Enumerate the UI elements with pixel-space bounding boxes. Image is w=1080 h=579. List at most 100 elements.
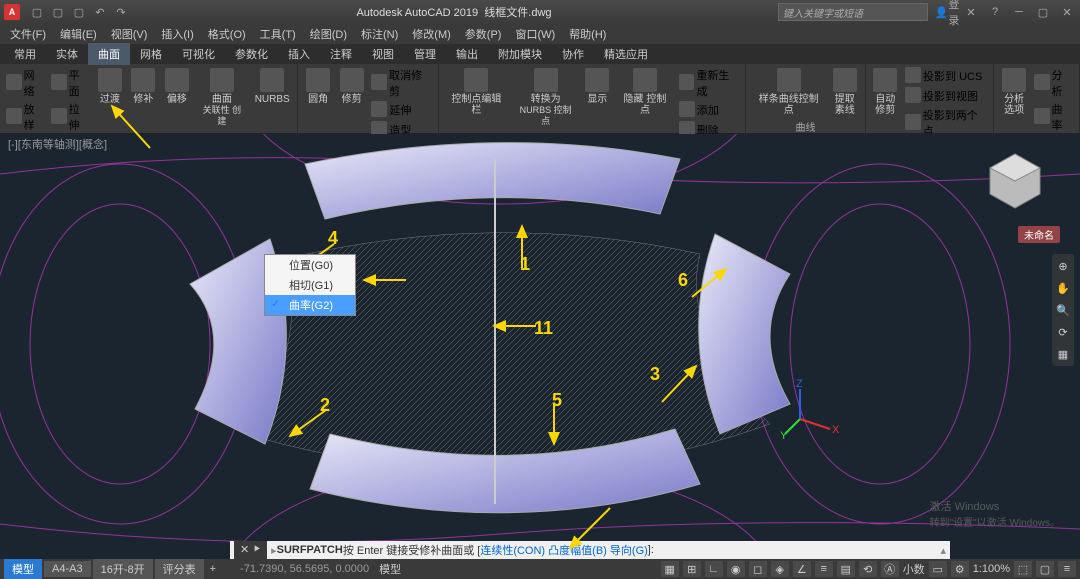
btn-fillet[interactable]: 圆角 [302,66,334,107]
tab-output[interactable]: 输出 [446,43,488,65]
btn-an2[interactable]: 分析 [1032,66,1075,100]
ucs-icon[interactable]: X Y Z [780,379,840,439]
search-input[interactable]: 键入关键字或短语 [778,3,928,21]
menu-draw[interactable]: 绘图(D) [304,24,353,44]
nav-wheel-icon[interactable]: ⊕ [1055,258,1071,274]
maximize-icon[interactable]: ▢ [1034,3,1052,21]
qat-save[interactable]: ▢ [70,3,88,21]
status-qview-icon[interactable]: ▭ [929,561,947,577]
menu-help[interactable]: 帮助(H) [563,24,612,44]
add-layout-icon[interactable]: + [206,563,220,575]
close-icon[interactable]: ✕ [1058,3,1076,21]
btn-autotrim[interactable]: 自动修剪 [870,66,902,118]
btn-show-cv[interactable]: 显示 [582,66,614,107]
btn-untrim[interactable]: 取消修剪 [369,66,434,100]
menu-dim[interactable]: 标注(N) [355,24,404,44]
tab-collab[interactable]: 协作 [552,43,594,65]
cmd-opt-guide[interactable]: 导向(G) [610,542,648,558]
status-iso-icon[interactable]: ⬚ [1014,561,1032,577]
nav-zoom-icon[interactable]: 🔍 [1055,302,1071,318]
btn-extrude[interactable]: 拉伸 [49,100,92,134]
menu-format[interactable]: 格式(O) [202,24,252,44]
tab-layout1[interactable]: A4-A3 [44,561,91,577]
btn-extract[interactable]: 提取素线 [829,66,861,118]
login-button[interactable]: 👤 登录 [938,3,956,21]
menu-modify[interactable]: 修改(M) [406,24,457,44]
exchange-icon[interactable]: ✕ [962,3,980,21]
status-polar-icon[interactable]: ◉ [727,561,745,577]
btn-nurbs[interactable]: NURBS [251,66,293,107]
cmd-opt-con[interactable]: 连续性(CON) [480,542,545,558]
btn-blend[interactable]: 过渡 [94,66,125,107]
menu-tools[interactable]: 工具(T) [254,24,302,44]
qat-open[interactable]: ▢ [49,3,67,21]
menu-file[interactable]: 文件(F) [4,24,52,44]
status-trans-icon[interactable]: ▤ [837,561,855,577]
status-clean-icon[interactable]: ▢ [1036,561,1054,577]
nav-orbit-icon[interactable]: ⟳ [1055,324,1071,340]
status-ortho-icon[interactable]: ∟ [705,561,723,577]
btn-planar[interactable]: 平面 [49,66,92,100]
btn-convert[interactable]: 转换为NURBS 控制点 [512,66,580,129]
menu-edit[interactable]: 编辑(E) [54,24,103,44]
btn-add-cv[interactable]: 添加 [677,100,742,120]
status-cycle-icon[interactable]: ⟲ [859,561,877,577]
btn-loft[interactable]: 放样 [4,100,47,134]
btn-proj-view[interactable]: 投影到视图 [903,86,989,106]
tab-layout2[interactable]: 16开-8开 [93,559,153,579]
status-3dosnap-icon[interactable]: ◈ [771,561,789,577]
unnamed-badge[interactable]: 未命名 [1018,226,1060,243]
qat-undo[interactable]: ↶ [91,3,109,21]
ctx-g2[interactable]: ✓曲率(G2) [265,295,355,315]
tab-home[interactable]: 常用 [4,43,46,65]
minimize-icon[interactable]: ─ [1010,3,1028,21]
status-custom-icon[interactable]: ≡ [1058,561,1076,577]
ctx-g0[interactable]: 位置(G0) [265,255,355,275]
status-otrack-icon[interactable]: ∠ [793,561,811,577]
tab-insert[interactable]: 插入 [278,43,320,65]
nav-show-icon[interactable]: ▦ [1055,346,1071,362]
btn-hide-cv[interactable]: 隐藏 控制点 [615,66,675,118]
tab-featured[interactable]: 精选应用 [594,43,658,65]
qat-redo[interactable]: ↷ [112,3,130,21]
tab-model[interactable]: 模型 [4,559,42,579]
status-lw-icon[interactable]: ≡ [815,561,833,577]
tab-param[interactable]: 参数化 [225,43,278,65]
btn-trim[interactable]: 修剪 [336,66,368,107]
drawing-canvas[interactable]: [-][东南等轴测][概念] 未命名 ⊕ ✋ 🔍 ⟳ ▦ X Y [0,134,1080,559]
btn-rebuild[interactable]: 重新生成 [677,66,742,100]
status-zoom[interactable]: 1:100% [973,563,1010,575]
tab-layout3[interactable]: 评分表 [155,559,204,579]
status-osnap-icon[interactable]: ◻ [749,561,767,577]
menu-param[interactable]: 参数(P) [459,24,508,44]
tab-solid[interactable]: 实体 [46,43,88,65]
btn-proj-ucs[interactable]: 投影到 UCS [903,66,989,86]
qat-new[interactable]: ▢ [28,3,46,21]
menu-window[interactable]: 窗口(W) [509,24,561,44]
cmd-opt-bulge[interactable]: 凸度幅值(B) [548,542,607,558]
status-ann-icon[interactable]: Ⓐ [881,561,899,577]
menu-view[interactable]: 视图(V) [105,24,154,44]
btn-cv-edit[interactable]: 控制点编辑栏 [443,66,510,118]
btn-patch[interactable]: 修补 [128,66,159,107]
tab-annot[interactable]: 注释 [320,43,362,65]
tab-surface[interactable]: 曲面 [88,43,130,65]
btn-assoc[interactable]: 曲面关联性 创建 [195,66,250,129]
command-line[interactable]: ✕ ⯈ ▸ SURFPATCH 按 Enter 键接受修补曲面或 [ 连续性(C… [230,541,950,559]
btn-offset[interactable]: 偏移 [161,66,192,107]
status-model[interactable]: 模型 [379,561,401,577]
btn-analyze[interactable]: 分析选项 [998,66,1030,118]
tab-addon[interactable]: 附加模块 [488,43,552,65]
tab-manage[interactable]: 管理 [404,43,446,65]
nav-pan-icon[interactable]: ✋ [1055,280,1071,296]
cmd-handle-icon[interactable]: ✕ ⯈ [234,541,267,559]
btn-network[interactable]: 网络 [4,66,47,100]
viewcube[interactable] [980,146,1050,216]
status-units[interactable]: 小数 [903,561,925,577]
status-gear-icon[interactable]: ⚙ [951,561,969,577]
status-grid-icon[interactable]: ▦ [661,561,679,577]
status-snap-icon[interactable]: ⊞ [683,561,701,577]
tab-mesh[interactable]: 网格 [130,43,172,65]
menu-insert[interactable]: 插入(I) [155,24,199,44]
ctx-g1[interactable]: 相切(G1) [265,275,355,295]
